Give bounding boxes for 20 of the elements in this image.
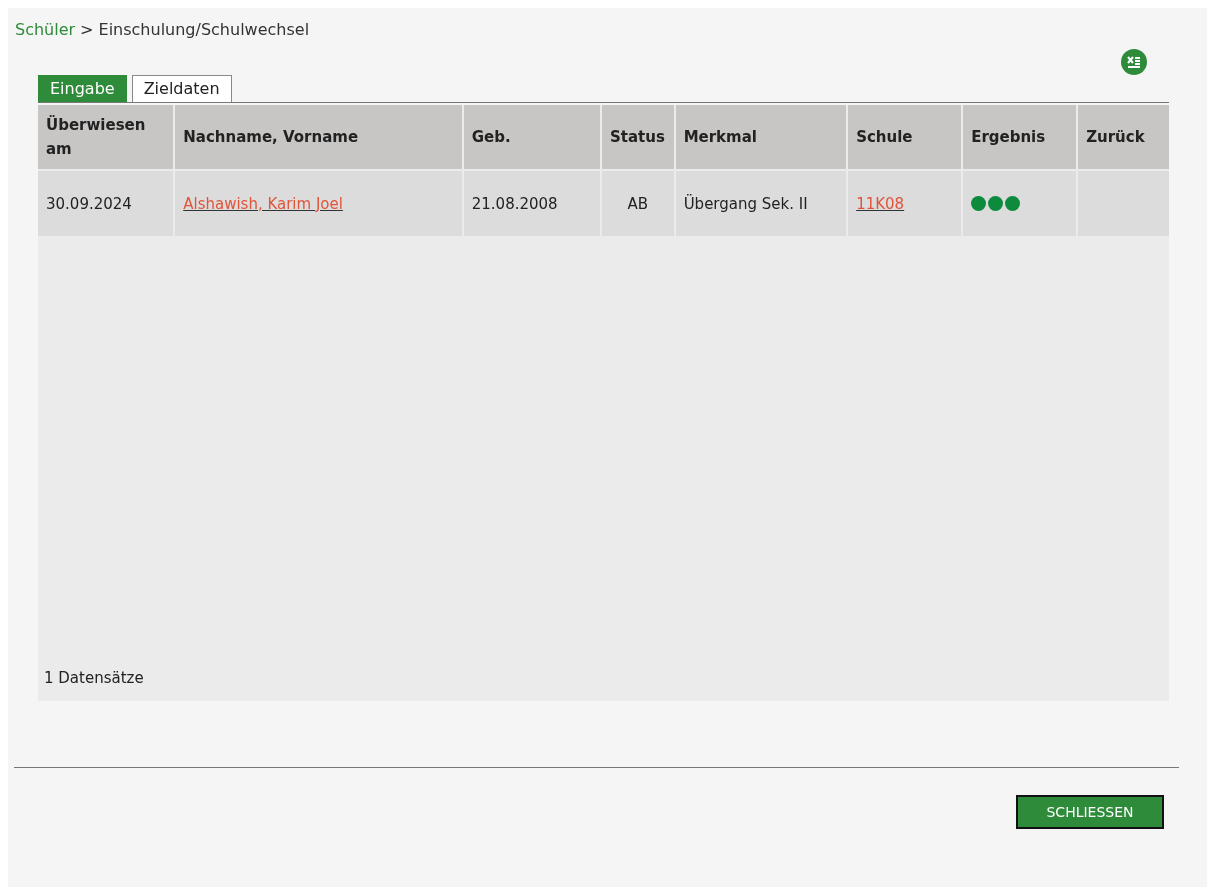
column-header[interactable]: Zurück (1078, 105, 1169, 169)
spreadsheet-export-icon[interactable] (1121, 49, 1147, 75)
table-cell: AB (602, 171, 674, 236)
column-header[interactable]: Nachname, Vorname (175, 105, 462, 169)
table-cell: 21.08.2008 (463, 171, 600, 236)
table-cell: 30.09.2024 (38, 171, 174, 236)
column-header[interactable]: Überwiesen am (38, 105, 174, 169)
table-cell: Übergang Sek. II (675, 171, 847, 236)
breadcrumb-link[interactable]: Schüler (15, 19, 76, 39)
record-count: 1 Datensätze (44, 669, 144, 687)
tab[interactable]: Eingabe (38, 75, 127, 102)
column-header[interactable]: Ergebnis (963, 105, 1077, 169)
column-header[interactable]: Merkmal (675, 105, 847, 169)
page-title: Einschulung/Schulwechsel (98, 19, 310, 39)
column-header[interactable]: Geb. (463, 105, 600, 169)
column-header[interactable]: Schule (848, 105, 962, 169)
column-header[interactable]: Status (602, 105, 674, 169)
close-button[interactable]: SCHLIESSEN (1016, 795, 1164, 829)
tab[interactable]: Zieldaten (131, 75, 232, 102)
breadcrumb-separator: > (80, 19, 94, 39)
